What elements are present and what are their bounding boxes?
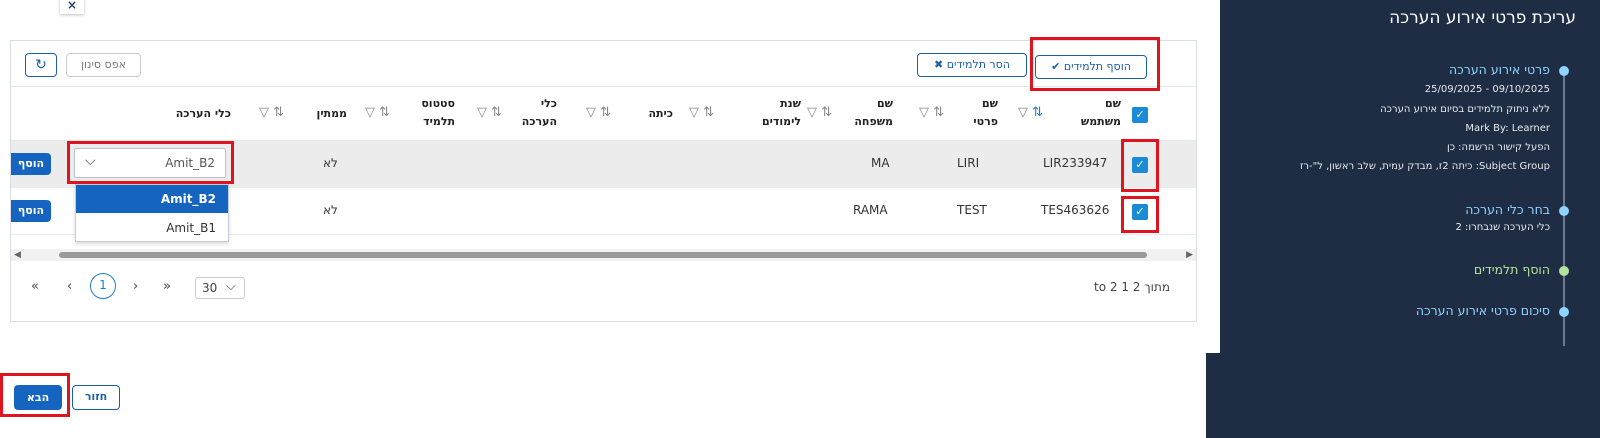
add-button[interactable]: הוסף — [11, 153, 51, 175]
sort-icon[interactable]: ⇅ — [933, 105, 944, 120]
filter-icon[interactable]: ▽ — [365, 105, 375, 120]
back-button[interactable]: חזור — [72, 385, 120, 410]
step-2-dot — [1559, 206, 1569, 216]
chevron-down-icon: ⌵ — [226, 279, 236, 294]
header-assessment-tool-icons[interactable]: ▽ ⇅ — [477, 105, 502, 120]
header-school-year[interactable]: שנת לימודים — [741, 95, 801, 131]
header-username-icons[interactable]: ▽ ⇅ — [1018, 105, 1043, 120]
sort-asc-icon[interactable]: ⇅ — [1032, 105, 1043, 120]
sort-icon[interactable]: ⇅ — [491, 105, 502, 120]
page-size-value: 30 — [202, 281, 218, 295]
cell-first-name: TEST — [957, 203, 987, 217]
next-button[interactable]: הבא — [14, 385, 62, 410]
remove-students-label: הסר תלמידים — [946, 58, 1010, 71]
filter-icon[interactable]: ▽ — [477, 105, 487, 120]
filter-icon[interactable]: ▽ — [1018, 105, 1028, 120]
header-student-status-icons[interactable]: ▽ ⇅ — [365, 105, 390, 120]
sort-icon[interactable]: ⇅ — [703, 105, 714, 120]
step-4-dot — [1559, 307, 1569, 317]
header-class[interactable]: כיתה — [633, 105, 673, 123]
option-amit-b1[interactable]: Amit_B1 — [76, 214, 228, 242]
header-tools-column: כלי הערכה — [175, 107, 231, 120]
sort-icon[interactable]: ⇅ — [273, 105, 284, 120]
refresh-button[interactable]: ↻ — [25, 53, 57, 77]
header-waiting[interactable]: ממתין — [307, 105, 347, 123]
x-icon: ✖ — [934, 58, 944, 71]
filter-icon[interactable]: ▽ — [807, 105, 817, 120]
step-1-detail: ללא ניתוק תלמידים בסיום אירוע הערכה — [1380, 104, 1550, 115]
row-checkbox[interactable]: ✓ — [1132, 157, 1148, 173]
step-1-group: Subject Group: כיתה 2ז, מבדק עמית, שלב ר… — [1299, 161, 1550, 172]
dropdown-options: Amit_B2 Amit_B1 — [75, 184, 229, 242]
step-1-link: הפעל קישור הרשמה: כן — [1446, 142, 1550, 153]
scroll-thumb[interactable] — [59, 252, 1147, 258]
sort-icon[interactable]: ⇅ — [600, 105, 611, 120]
step-1-dates: 09/10/2025 - 25/09/2025 — [1424, 84, 1550, 95]
header-last-name-icons[interactable]: ▽ ⇅ — [807, 105, 832, 120]
header-student-status[interactable]: סטטוס תלמיד — [415, 95, 455, 131]
refresh-icon: ↻ — [35, 57, 47, 73]
row-checkbox[interactable]: ✓ — [1132, 204, 1148, 220]
assessment-tool-dropdown[interactable]: Amit_B2 ⌵ — [74, 148, 226, 178]
step-1-dot — [1559, 66, 1569, 76]
sort-icon[interactable]: ⇅ — [821, 105, 832, 120]
header-first-name-icons[interactable]: ▽ ⇅ — [919, 105, 944, 120]
cell-waiting: לא — [323, 156, 338, 170]
header-assessment-tool[interactable]: כלי הערכה — [521, 95, 557, 131]
header-last-name[interactable]: שם משפחה — [853, 95, 893, 131]
header-school-year-icons[interactable]: ▽ ⇅ — [689, 105, 714, 120]
wizard-sidebar: עריכת פרטי אירוע הערכה פרטי אירוע הערכה … — [1220, 0, 1600, 438]
page-size-select[interactable]: 30 ⌵ — [195, 277, 245, 299]
add-students-label: הוסף תלמידים — [1063, 60, 1131, 73]
pager: « ‹ 1 › » 30 ⌵ מתוך 2 1 to 2 — [11, 267, 1196, 311]
remove-students-button[interactable]: הסר תלמידים ✖ — [917, 53, 1027, 77]
filter-icon[interactable]: ▽ — [586, 105, 596, 120]
step-2-detail: כלי הערכה שנבחרו: 2 — [1455, 222, 1550, 233]
step-3-title[interactable]: הוסף תלמידים — [1474, 262, 1550, 277]
first-page-icon[interactable]: « — [31, 279, 39, 294]
next-page-icon[interactable]: › — [133, 279, 138, 294]
select-all-checkbox[interactable]: ✓ — [1132, 107, 1148, 123]
horizontal-scrollbar[interactable]: ◀ ▶ — [11, 249, 1196, 261]
step-1-title[interactable]: פרטי אירוע הערכה — [1449, 62, 1550, 77]
sort-icon[interactable]: ⇅ — [379, 105, 390, 120]
cell-last-name: RAMA — [853, 203, 888, 217]
cell-username: LIR233947 — [1043, 156, 1108, 170]
current-page[interactable]: 1 — [90, 273, 116, 299]
sidebar-strip — [1206, 353, 1220, 438]
close-icon[interactable]: × — [60, 0, 84, 14]
cell-username: TES463626 — [1041, 203, 1110, 217]
prev-page-icon[interactable]: ‹ — [67, 279, 72, 294]
filter-icon[interactable]: ▽ — [259, 105, 269, 120]
option-amit-b2[interactable]: Amit_B2 — [76, 185, 228, 213]
dropdown-value: Amit_B2 — [165, 156, 215, 170]
check-icon: ✔ — [1051, 60, 1061, 73]
header-class-icons[interactable]: ▽ ⇅ — [586, 105, 611, 120]
header-waiting-icons[interactable]: ▽ ⇅ — [259, 105, 284, 120]
step-3-dot — [1559, 266, 1569, 276]
pager-info: מתוך 2 1 to 2 — [1093, 280, 1170, 294]
scroll-right-icon[interactable]: ▶ — [1186, 249, 1193, 261]
reset-filter-button[interactable]: אפס סינון — [66, 53, 141, 77]
header-username[interactable]: שם משתמש — [1071, 95, 1121, 131]
header-first-name[interactable]: שם פרטי — [966, 95, 998, 131]
cell-last-name: MA — [871, 156, 890, 170]
filter-icon[interactable]: ▽ — [689, 105, 699, 120]
step-2-title[interactable]: בחר כלי הערכה — [1465, 202, 1550, 217]
students-grid: ↻ אפס סינון הסר תלמידים ✖ הוסף תלמידים ✔… — [10, 40, 1197, 322]
cell-first-name: LIRI — [957, 156, 980, 170]
last-page-icon[interactable]: » — [163, 279, 171, 294]
step-1-markby: Mark By: Learner — [1465, 123, 1550, 134]
scroll-left-icon[interactable]: ◀ — [14, 249, 21, 261]
add-students-button[interactable]: הוסף תלמידים ✔ — [1035, 55, 1147, 79]
cell-waiting: לא — [323, 203, 338, 217]
add-button[interactable]: הוסף — [11, 200, 51, 222]
filter-icon[interactable]: ▽ — [919, 105, 929, 120]
sidebar-title: עריכת פרטי אירוע הערכה — [1389, 8, 1576, 28]
step-4-title[interactable]: סיכום פרטי אירוע הערכה — [1416, 303, 1550, 318]
table-header: ✓ שם משתמש ▽ ⇅ שם פרטי ▽ ⇅ שם משפחה ▽ ⇅ … — [11, 86, 1196, 141]
chevron-down-icon: ⌵ — [85, 153, 96, 169]
